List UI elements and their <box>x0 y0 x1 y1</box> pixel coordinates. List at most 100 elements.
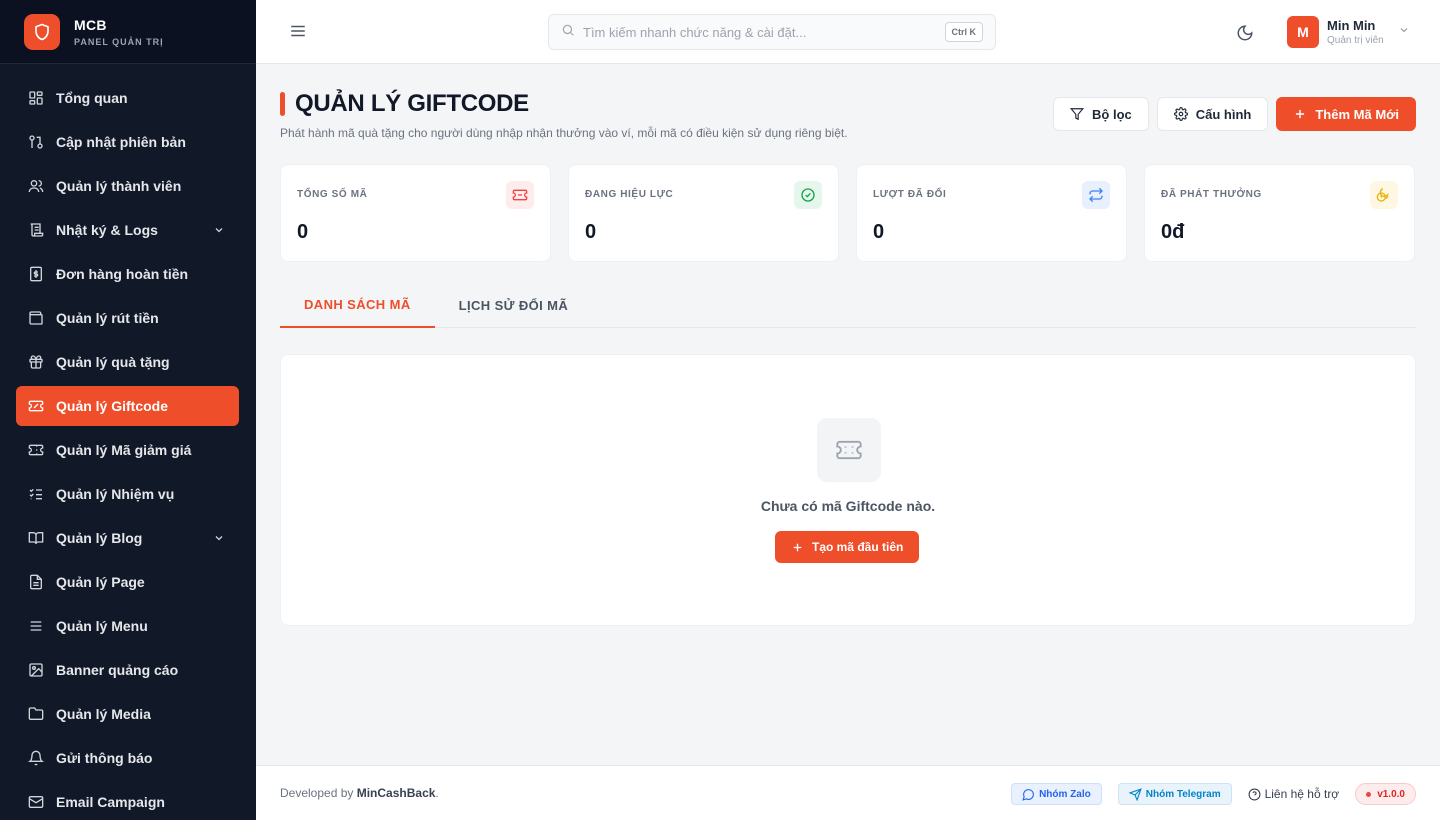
sidebar-item-menu[interactable]: Quản lý Menu <box>16 606 239 646</box>
sidebar-item-label: Quản lý rút tiền <box>56 310 159 326</box>
stat-card-active: ĐANG HIỆU LỰC 0 <box>568 164 839 262</box>
sidebar-item-label: Quản lý Giftcode <box>56 398 169 414</box>
empty-state-message: Chưa có mã Giftcode nào. <box>760 498 936 514</box>
stat-value: 0 <box>297 221 309 243</box>
zalo-group-link[interactable]: Nhóm Zalo <box>1011 783 1102 805</box>
add-new-code-button[interactable]: Thêm Mã Mới <box>1276 97 1416 131</box>
sidebar-item-label: Quản lý Page <box>56 574 145 590</box>
dashboard-icon <box>28 90 44 106</box>
chevron-down-icon[interactable] <box>213 531 225 547</box>
filter-button[interactable]: Bộ lọc <box>1053 97 1149 131</box>
version-label: v1.0.0 <box>1377 788 1405 800</box>
git-compare-icon <box>28 134 44 150</box>
sidebar-item-label: Quản lý Blog <box>56 530 143 546</box>
chevron-down-icon[interactable] <box>213 223 225 239</box>
stat-card-total: TỔNG SỐ MÃ 0 <box>280 164 551 262</box>
sidebar-item-notifications[interactable]: Gửi thông báo <box>16 738 239 778</box>
telegram-group-link[interactable]: Nhóm Telegram <box>1117 783 1232 805</box>
sidebar-item-logs[interactable]: Nhật ký & Logs <box>16 210 239 250</box>
sidebar-item-missions[interactable]: Quản lý Nhiệm vụ <box>16 474 239 514</box>
help-circle-icon <box>1248 788 1261 800</box>
hamburger-menu-icon[interactable] <box>289 22 307 45</box>
sidebar-item-label: Cập nhật phiên bản <box>56 134 186 150</box>
tab-redeem-history[interactable]: LỊCH SỬ ĐỔI MÃ <box>435 282 593 328</box>
sidebar-item-pages[interactable]: Quản lý Page <box>16 562 239 602</box>
config-button-label: Cấu hình <box>1195 106 1252 122</box>
sidebar-item-label: Nhật ký & Logs <box>56 222 158 238</box>
footer-prefix: Developed by <box>280 786 357 800</box>
sidebar-item-members[interactable]: Quản lý thành viên <box>16 166 239 206</box>
zalo-label: Nhóm Zalo <box>1039 788 1091 800</box>
user-role: Quản trị viên <box>1327 35 1384 46</box>
discount-ticket-icon <box>28 442 44 458</box>
sidebar-item-giftcode[interactable]: Quản lý Giftcode <box>16 386 239 426</box>
plus-icon <box>1296 109 1305 119</box>
shield-logo-icon <box>24 13 60 50</box>
footer-credit: Developed by MinCashBack. <box>280 786 439 800</box>
mail-icon <box>28 794 44 810</box>
tab-code-list[interactable]: DANH SÁCH MÃ <box>280 282 435 328</box>
brand-subtitle: PANEL QUẢN TRỊ <box>74 36 164 47</box>
ticket-icon <box>817 418 881 482</box>
sidebar-item-refund-orders[interactable]: Đơn hàng hoàn tiền <box>16 254 239 294</box>
sidebar-item-media[interactable]: Quản lý Media <box>16 694 239 734</box>
avatar: M <box>1287 16 1319 48</box>
stat-value: 0 <box>873 221 885 243</box>
sidebar-item-label: Email Campaign <box>56 794 165 810</box>
sidebar-item-email-campaign[interactable]: Email Campaign <box>16 782 239 820</box>
search-input[interactable] <box>583 24 923 40</box>
sidebar-item-discount-codes[interactable]: Quản lý Mã giảm giá <box>16 430 239 470</box>
chevron-down-icon <box>1398 23 1410 41</box>
users-icon <box>28 178 44 194</box>
sidebar-item-blog[interactable]: Quản lý Blog <box>16 518 239 558</box>
checklist-icon <box>28 486 44 502</box>
user-menu[interactable]: M Min Min Quản trị viên <box>1287 16 1410 48</box>
status-dot <box>1366 791 1372 797</box>
chat-bubble-icon <box>1022 788 1034 801</box>
sidebar-item-banners[interactable]: Banner quảng cáo <box>16 650 239 690</box>
sidebar-item-label: Quản lý quà tặng <box>56 354 170 370</box>
receipt-dollar-icon <box>28 266 44 282</box>
sidebar-item-label: Banner quảng cáo <box>56 662 179 678</box>
sidebar-item-label: Quản lý Media <box>56 706 151 722</box>
stat-label: TỔNG SỐ MÃ <box>297 189 368 200</box>
bell-icon <box>28 750 44 766</box>
create-button-label: Tạo mã đầu tiên <box>812 540 904 554</box>
gear-icon <box>1173 107 1188 121</box>
support-link[interactable]: Liên hệ hỗ trợ <box>1248 787 1339 801</box>
main-content: QUẢN LÝ GIFTCODE Phát hành mã quà tặng c… <box>256 64 1440 765</box>
search-icon <box>561 23 575 42</box>
version-badge: v1.0.0 <box>1355 783 1416 805</box>
search-shortcut-badge: Ctrl K <box>944 22 983 42</box>
stat-label: ĐANG HIỆU LỰC <box>585 189 674 200</box>
sidebar-item-withdrawals[interactable]: Quản lý rút tiền <box>16 298 239 338</box>
user-name: Min Min <box>1327 18 1376 33</box>
dark-mode-toggle-moon-icon[interactable] <box>1236 24 1254 47</box>
sidebar-item-label: Quản lý Menu <box>56 618 148 634</box>
sidebar-item-overview[interactable]: Tổng quan <box>16 78 239 118</box>
telegram-label: Nhóm Telegram <box>1145 788 1221 800</box>
tab-bar: DANH SÁCH MÃ LỊCH SỬ ĐỔI MÃ <box>280 282 1416 328</box>
file-icon <box>28 574 44 590</box>
sidebar-item-label: Quản lý Mã giảm giá <box>56 442 192 458</box>
sidebar-item-version[interactable]: Cập nhật phiên bản <box>16 122 239 162</box>
page-title: QUẢN LÝ GIFTCODE <box>295 90 529 117</box>
stat-card-redeemed: LƯỢT ĐÃ ĐỔI 0 <box>856 164 1127 262</box>
filter-button-label: Bộ lọc <box>1092 106 1132 122</box>
footer-links: Nhóm Zalo Nhóm Telegram Liên hệ hỗ trợ v… <box>1011 783 1416 805</box>
page-description: Phát hành mã quà tặng cho người dùng nhậ… <box>280 126 848 140</box>
footer-author-link[interactable]: MinCashBack <box>357 786 436 800</box>
folder-icon <box>28 706 44 722</box>
create-first-code-button[interactable]: Tạo mã đầu tiên <box>775 531 920 563</box>
stat-card-rewarded: ĐÃ PHÁT THƯỞNG 0đ <box>1144 164 1415 262</box>
search-box[interactable]: Ctrl K <box>548 14 996 50</box>
gift-icon <box>28 354 44 370</box>
filter-icon <box>1070 108 1085 121</box>
stat-value: 0đ <box>1161 221 1185 243</box>
plus-icon <box>793 543 802 551</box>
brand[interactable]: MCB PANEL QUẢN TRỊ <box>0 0 256 64</box>
coins-icon <box>1370 181 1398 209</box>
sidebar-item-gifts[interactable]: Quản lý quà tặng <box>16 342 239 382</box>
page-header: QUẢN LÝ GIFTCODE Phát hành mã quà tặng c… <box>280 90 848 140</box>
config-button[interactable]: Cấu hình <box>1156 97 1269 131</box>
